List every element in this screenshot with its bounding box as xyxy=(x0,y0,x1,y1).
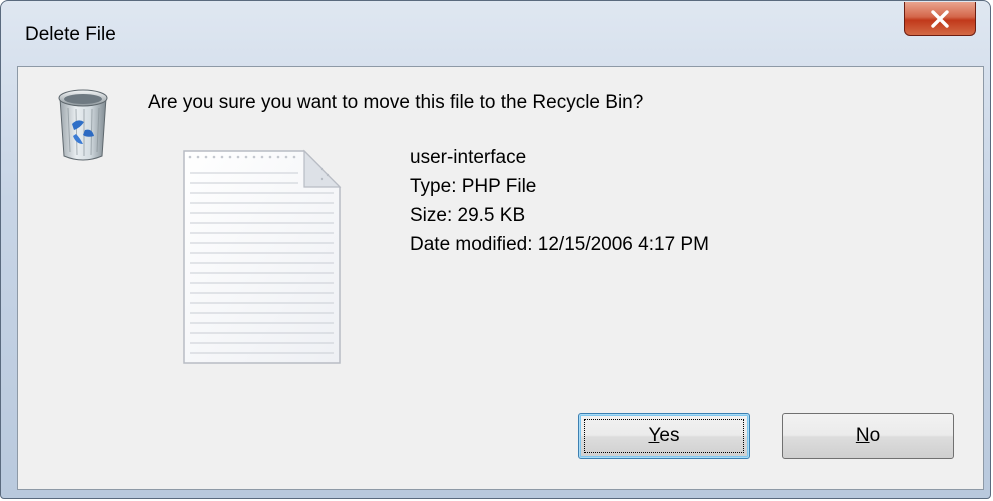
title-bar[interactable]: Delete File xyxy=(1,1,990,65)
file-size: Size: 29.5 KB xyxy=(410,205,526,226)
file-type: Type: PHP File xyxy=(410,176,537,197)
file-details: user-interface Type: PHP File Size: 29.5… xyxy=(410,143,709,259)
window-title: Delete File xyxy=(25,24,116,45)
no-label-rest: o xyxy=(869,425,881,446)
no-mnemonic: N xyxy=(855,425,870,446)
no-button-label: No xyxy=(856,425,880,447)
file-name: user-interface xyxy=(410,147,527,168)
delete-file-dialog: Delete File Are you sure you want to mov… xyxy=(0,0,991,499)
recycle-bin-icon xyxy=(58,89,108,161)
file-date-modified: Date modified: 12/15/2006 4:17 PM xyxy=(410,234,709,255)
yes-mnemonic: Y xyxy=(648,425,660,446)
close-button[interactable] xyxy=(904,2,976,36)
yes-button-label: Yes xyxy=(648,425,679,447)
yes-label-rest: es xyxy=(659,425,680,446)
document-icon xyxy=(183,149,342,364)
close-icon xyxy=(931,9,949,28)
dialog-content: Are you sure you want to move this file … xyxy=(17,66,984,490)
yes-button[interactable]: Yes xyxy=(578,413,750,459)
confirmation-question: Are you sure you want to move this file … xyxy=(148,92,644,113)
no-button[interactable]: No xyxy=(782,413,954,459)
